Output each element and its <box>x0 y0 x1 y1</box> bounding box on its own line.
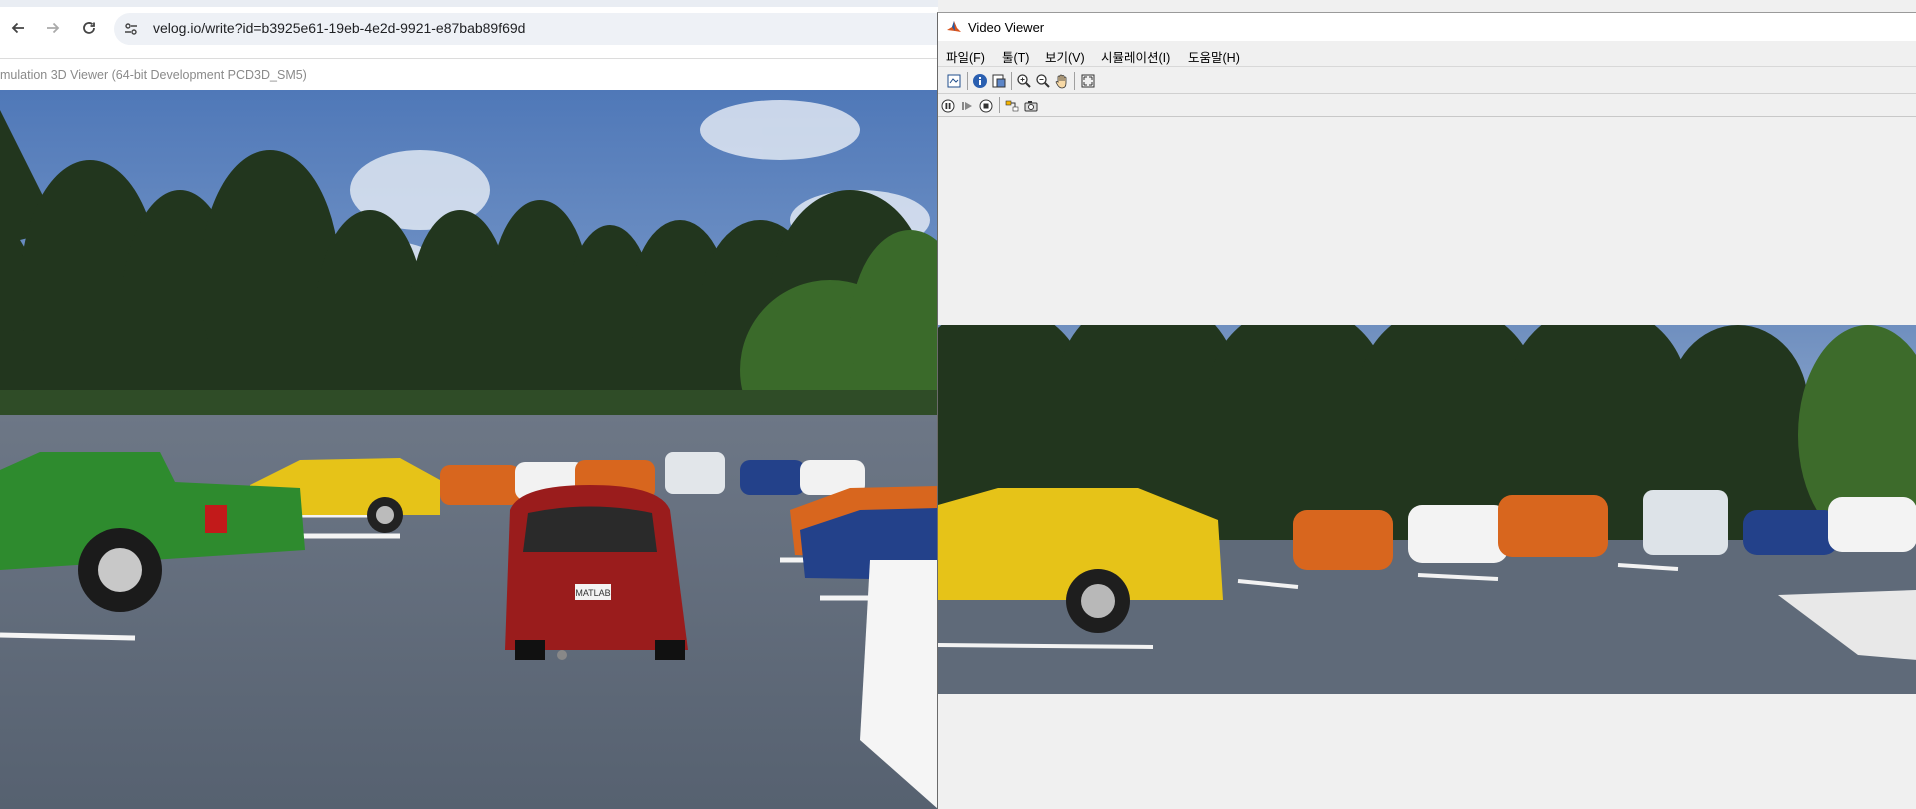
pause-icon[interactable] <box>938 96 958 116</box>
red-hatchback: MATLAB <box>505 485 688 660</box>
fit-to-window-icon[interactable] <box>1078 71 1098 91</box>
toolbar-separator <box>999 97 1000 113</box>
snapshot-camera-icon[interactable] <box>1021 96 1041 116</box>
playback-toolbar <box>938 95 1916 117</box>
main-toolbar <box>938 68 1916 94</box>
pan-hand-icon[interactable] <box>1052 71 1072 91</box>
print-to-figure-icon[interactable] <box>944 71 964 91</box>
arrow-left-icon <box>11 22 24 34</box>
arrow-right-icon <box>47 22 60 34</box>
video-frame <box>938 325 1916 694</box>
video-viewer-title: Video Viewer <box>968 20 1045 35</box>
menu-view[interactable]: 보기(V) <box>1045 47 1085 66</box>
highlight-simulink-icon[interactable] <box>1002 96 1022 116</box>
menu-simulation[interactable]: 시뮬레이션(I) <box>1101 47 1170 66</box>
toolbar-separator <box>967 72 968 90</box>
video-viewer-titlebar[interactable]: Video Viewer <box>938 13 1916 41</box>
zoom-in-icon[interactable] <box>1014 71 1034 91</box>
sim-viewer-title: mulation 3D Viewer (64-bit Development P… <box>0 68 307 82</box>
back-button[interactable] <box>7 17 29 39</box>
menu-help[interactable]: 도움말(H) <box>1188 47 1240 66</box>
browser-toolbar: velog.io/write?id=b3925e61-19eb-4e2d-992… <box>0 0 938 58</box>
url-text: velog.io/write?id=b3925e61-19eb-4e2d-992… <box>153 20 526 36</box>
reload-button[interactable] <box>78 17 100 39</box>
zoom-out-icon[interactable] <box>1033 71 1053 91</box>
tab-strip <box>0 0 938 7</box>
desktop: velog.io/write?id=b3925e61-19eb-4e2d-992… <box>0 0 1916 809</box>
menu-file[interactable]: 파일(F) <box>946 47 985 66</box>
menu-tools[interactable]: 툴(T) <box>1002 47 1029 66</box>
forward-button[interactable] <box>42 17 64 39</box>
toolbar-separator <box>1011 72 1012 90</box>
matlab-logo-icon <box>946 19 962 35</box>
info-icon[interactable] <box>970 71 990 91</box>
export-icon[interactable] <box>989 71 1009 91</box>
toolbar-separator <box>1074 72 1075 90</box>
video-display-area[interactable] <box>938 118 1916 809</box>
stop-icon[interactable] <box>976 96 996 116</box>
sim-viewer-titlebar[interactable]: mulation 3D Viewer (64-bit Development P… <box>0 58 938 90</box>
menu-bar: 파일(F) 툴(T) 보기(V) 시뮬레이션(I) 도움말(H) <box>938 41 1916 67</box>
reload-icon <box>83 22 95 34</box>
video-viewer-window[interactable]: Video Viewer 파일(F) 툴(T) 보기(V) 시뮬레이션(I) 도… <box>937 12 1916 809</box>
address-bar[interactable]: velog.io/write?id=b3925e61-19eb-4e2d-992… <box>114 13 938 45</box>
site-settings-icon[interactable] <box>123 21 139 37</box>
step-forward-icon[interactable] <box>957 96 977 116</box>
license-plate-text: MATLAB <box>575 588 610 598</box>
sim-3d-scene[interactable]: MATLAB <box>0 90 938 809</box>
